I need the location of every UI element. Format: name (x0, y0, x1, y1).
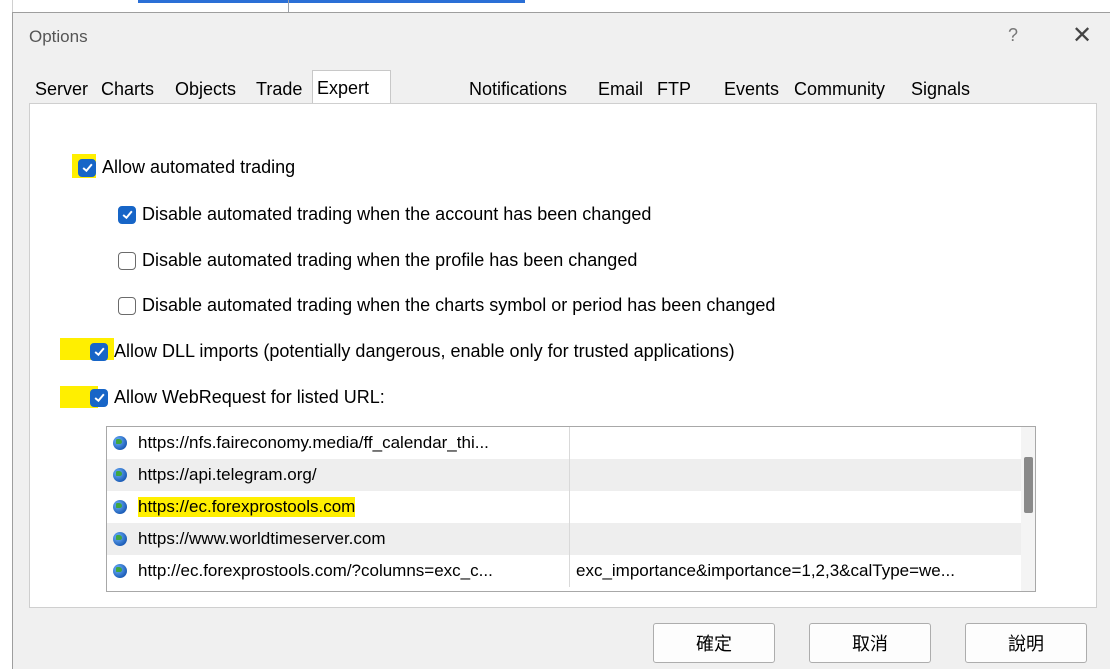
allow-dll-imports-checkbox[interactable] (90, 342, 108, 361)
tab-objects[interactable]: Objects (171, 75, 240, 103)
scrollbar-thumb[interactable] (1024, 457, 1033, 513)
dialog-title: Options (29, 27, 88, 46)
url-list-row[interactable]: https://www.worldtimeserver.com (107, 523, 1021, 555)
disable-on-profile-change-checkbox[interactable] (118, 251, 136, 270)
tab-signals[interactable]: Signals (907, 75, 974, 103)
url-cell: https://nfs.faireconomy.media/ff_calenda… (138, 433, 489, 452)
allow-webrequest-label: Allow WebRequest for listed URL: (114, 387, 385, 407)
allow-dll-imports-option[interactable]: Allow DLL imports (potentially dangerous… (90, 341, 735, 362)
disable-on-profile-change-label: Disable automated trading when the profi… (142, 250, 638, 270)
allow-dll-imports-label: Allow DLL imports (potentially dangerous… (114, 341, 735, 361)
tab-events[interactable]: Events (720, 75, 783, 103)
check-icon (94, 347, 105, 357)
globe-icon (113, 564, 127, 578)
background-app-strip (0, 0, 1110, 12)
globe-icon (113, 436, 127, 450)
ok-button[interactable]: 確定 (653, 623, 775, 663)
title-bar: Options ? ✕ (13, 13, 1110, 59)
url-extra-cell: exc_importance&importance=1,2,3&calType=… (576, 561, 955, 580)
tab-community[interactable]: Community (790, 75, 889, 103)
url-list-row[interactable]: https://api.telegram.org/ (107, 459, 1021, 491)
globe-icon (113, 532, 127, 546)
url-list-row[interactable]: https://ec.forexprostools.com (107, 491, 1021, 523)
close-icon[interactable]: ✕ (1069, 23, 1095, 49)
tab-expert-advisors[interactable]: Expert Advisors (312, 70, 392, 132)
allow-automated-trading-checkbox[interactable] (78, 158, 96, 177)
disable-on-account-change-option[interactable]: Disable automated trading when the accou… (118, 204, 651, 225)
cancel-button[interactable]: 取消 (809, 623, 931, 663)
url-cell: http://ec.forexprostools.com/?columns=ex… (138, 561, 493, 580)
disable-on-symbol-change-option[interactable]: Disable automated trading when the chart… (118, 295, 775, 316)
help-icon[interactable]: ? (1001, 25, 1025, 49)
disable-on-profile-change-option[interactable]: Disable automated trading when the profi… (118, 250, 637, 271)
url-cell: https://www.worldtimeserver.com (138, 529, 386, 548)
tab-server[interactable]: Server (31, 75, 92, 103)
expert-advisors-panel: Allow automated trading Disable automate… (29, 103, 1097, 608)
globe-icon (113, 500, 127, 514)
url-cell: https://api.telegram.org/ (138, 465, 317, 484)
check-icon (82, 163, 93, 173)
allow-webrequest-option[interactable]: Allow WebRequest for listed URL: (90, 387, 385, 408)
tab-charts[interactable]: Charts (97, 75, 158, 103)
allow-webrequest-checkbox[interactable] (90, 388, 108, 407)
options-dialog: Options ? ✕ Server Charts Objects Trade … (12, 12, 1110, 669)
disable-on-symbol-change-checkbox[interactable] (118, 296, 136, 315)
help-button[interactable]: 說明 (965, 623, 1087, 663)
disable-on-account-change-label: Disable automated trading when the accou… (142, 204, 652, 224)
url-list-row[interactable]: http://ec.forexprostools.com/?columns=ex… (107, 555, 1021, 587)
background-toolbar-edge (288, 0, 529, 12)
allow-automated-trading-label: Allow automated trading (102, 157, 296, 177)
globe-icon (113, 468, 127, 482)
tab-ftp[interactable]: FTP (653, 75, 695, 103)
url-cell-highlighted: https://ec.forexprostools.com (138, 497, 356, 517)
tab-trade[interactable]: Trade (252, 75, 306, 103)
check-icon (94, 393, 105, 403)
tab-notifications[interactable]: Notifications (465, 75, 571, 103)
disable-on-account-change-checkbox[interactable] (118, 205, 136, 224)
check-icon (122, 210, 133, 220)
url-list-scrollbar[interactable] (1021, 427, 1035, 591)
tab-email[interactable]: Email (594, 75, 647, 103)
url-list-row[interactable]: https://nfs.faireconomy.media/ff_calenda… (107, 427, 1021, 459)
webrequest-url-list[interactable]: https://nfs.faireconomy.media/ff_calenda… (106, 426, 1036, 592)
disable-on-symbol-change-label: Disable automated trading when the chart… (142, 295, 776, 315)
allow-automated-trading-option[interactable]: Allow automated trading (78, 157, 295, 178)
